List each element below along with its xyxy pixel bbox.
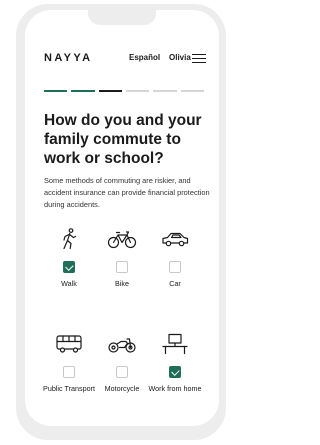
checkbox-bike[interactable] xyxy=(116,261,128,273)
option-work-from-home[interactable]: Work from home xyxy=(147,333,203,393)
checkbox-public-transport[interactable] xyxy=(63,366,75,378)
checkbox-work-from-home[interactable] xyxy=(169,366,181,378)
option-car[interactable]: Car xyxy=(147,228,203,288)
option-label: Motorcycle xyxy=(104,384,140,393)
motorcycle-icon xyxy=(108,338,136,353)
option-label: Bike xyxy=(115,279,129,288)
phone-frame: NAYYA Español Olivia How do you and your… xyxy=(16,4,226,440)
checkbox-motorcycle[interactable] xyxy=(116,366,128,378)
bus-icon xyxy=(56,335,82,353)
checkbox-car[interactable] xyxy=(169,261,181,273)
progress-segment xyxy=(125,90,150,92)
option-public-transport[interactable]: Public Transport xyxy=(41,333,97,393)
option-motorcycle[interactable]: Motorcycle xyxy=(94,333,150,393)
app-screen: NAYYA Español Olivia How do you and your… xyxy=(25,10,219,426)
nayya-logo[interactable]: NAYYA xyxy=(44,52,93,64)
hamburger-menu-icon[interactable] xyxy=(192,54,206,63)
question-description: Some methods of commuting are riskier, a… xyxy=(44,176,210,209)
phone-notch xyxy=(88,10,156,25)
top-nav: NAYYA Español Olivia xyxy=(25,46,219,70)
walking-person-icon xyxy=(63,228,77,250)
bicycle-icon xyxy=(107,231,137,249)
user-name[interactable]: Olivia xyxy=(169,53,191,62)
option-walk[interactable]: Walk xyxy=(41,228,97,288)
progress-segment xyxy=(98,90,122,92)
car-icon xyxy=(162,232,189,247)
checkbox-walk[interactable] xyxy=(63,261,75,273)
option-label: Work from home xyxy=(148,384,202,393)
progress-segment xyxy=(180,90,204,92)
question-title: How do you and your family commute to wo… xyxy=(44,112,202,167)
progress-segment xyxy=(44,90,68,92)
option-label: Walk xyxy=(61,279,77,288)
desk-computer-icon xyxy=(162,333,188,355)
option-label: Public Transport xyxy=(43,384,95,393)
progress-segment xyxy=(71,90,95,92)
progress-segment xyxy=(153,90,177,92)
step-progress-bar xyxy=(44,90,204,92)
option-bike[interactable]: Bike xyxy=(94,228,150,288)
option-label: Car xyxy=(169,279,181,288)
language-toggle[interactable]: Español xyxy=(129,53,160,62)
